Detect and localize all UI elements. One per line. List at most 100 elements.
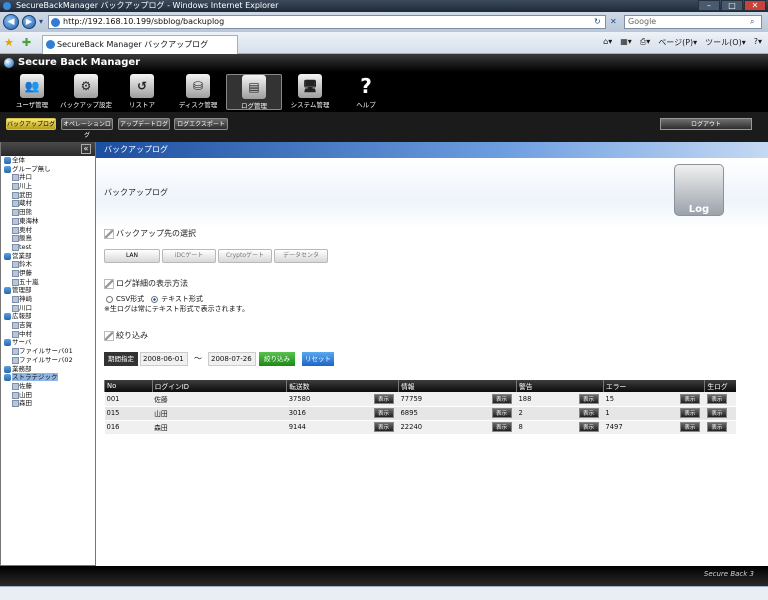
tree-user-item[interactable]: 伊藤 <box>1 269 95 278</box>
tree-user-item[interactable]: 中村 <box>1 330 95 339</box>
tree-user-item[interactable]: 神崎 <box>1 295 95 304</box>
tree-group-item[interactable]: グループ無し <box>1 165 95 174</box>
tree-user-item[interactable]: ファイルサーバ02 <box>1 356 95 365</box>
show-transfer-button[interactable]: 表示 <box>373 408 394 418</box>
subnav-operation-log[interactable]: オペレーションログ <box>61 118 113 139</box>
tree-user-item[interactable]: 鈴木 <box>1 260 95 269</box>
show-error-button[interactable]: 表示 <box>679 422 700 432</box>
tree-user-item[interactable]: 山田 <box>1 391 95 400</box>
tree-user-item[interactable]: 森田 <box>1 399 95 408</box>
logout-button[interactable]: ログアウト <box>660 118 752 130</box>
show-cell: 表示 <box>576 392 604 407</box>
address-input[interactable]: http://192.168.10.199/sbblog/backuplog <box>48 15 606 29</box>
tree-user-item[interactable]: 川上 <box>1 182 95 191</box>
browser-tab[interactable]: SecureBack Manager バックアップログ <box>42 35 238 54</box>
show-raw-log-button[interactable]: 表示 <box>706 393 727 404</box>
show-info-button[interactable]: 表示 <box>491 393 512 404</box>
date-from-input[interactable]: 2008-06-01 <box>140 352 188 366</box>
tree-user-item[interactable]: 東海林 <box>1 217 95 226</box>
table-header-row: No ログインID 転送数 情報 警告 エラー 生ログ <box>104 380 736 392</box>
tool-backup-settings[interactable]: ⚙ バックアップ設定 <box>58 74 114 110</box>
show-transfer-button[interactable]: 表示 <box>373 422 394 432</box>
maximize-button[interactable]: □ <box>721 0 743 11</box>
tree-group-item[interactable]: 営業部 <box>1 252 95 261</box>
tree-group-item[interactable]: 全体 <box>1 156 95 165</box>
add-favorites-icon[interactable]: ✚ <box>22 36 31 49</box>
user-icon <box>12 330 19 338</box>
tool-restore[interactable]: ↺ リストア <box>114 74 170 110</box>
search-icon[interactable]: ⌕ <box>750 17 754 27</box>
dest-datacenter-button[interactable]: データセンタ <box>274 249 328 263</box>
date-to-input[interactable]: 2008-07-26 <box>208 352 256 366</box>
home-icon[interactable]: ⌂▾ <box>603 37 612 48</box>
history-dropdown-icon[interactable]: ▾ <box>39 17 43 26</box>
tool-log-management[interactable]: ▤ ログ管理 <box>226 74 282 110</box>
collapse-sidebar-button[interactable]: « <box>81 144 91 154</box>
show-cell: 表示 <box>576 406 604 421</box>
show-error-button[interactable]: 表示 <box>679 393 700 404</box>
show-raw-log-button[interactable]: 表示 <box>706 408 727 418</box>
footer-logo: Secure Back 3 <box>703 570 754 578</box>
subnav-backup-log[interactable]: バックアップログ <box>6 118 56 130</box>
favorites-star-icon[interactable]: ★ <box>4 36 14 49</box>
search-input[interactable]: Google <box>624 15 762 29</box>
print-icon[interactable]: ⎙▾ <box>640 37 650 48</box>
tree-user-item[interactable]: 吉賀 <box>1 321 95 330</box>
dest-idc-button[interactable]: iDCゲート <box>162 249 216 263</box>
tree-user-item[interactable]: ファイルサーバ01 <box>1 347 95 356</box>
show-raw-log-button[interactable]: 表示 <box>706 422 727 432</box>
subnav-update-log[interactable]: アップデートログ <box>118 118 170 130</box>
tree-item-label: 全体 <box>12 156 25 164</box>
user-icon <box>12 243 19 251</box>
tree-group-item[interactable]: サーバ <box>1 338 95 347</box>
filter-button[interactable]: 絞り込み <box>259 352 295 366</box>
tree-item-label: 田熊 <box>19 208 32 217</box>
dest-crypto-button[interactable]: Cryptoゲート <box>218 249 272 263</box>
tree-user-item[interactable]: 佐藤 <box>1 382 95 391</box>
tree-item-label: 山田 <box>19 390 32 399</box>
tree-group-item[interactable]: 管理部 <box>1 286 95 295</box>
tree-group-item[interactable]: 業務部 <box>1 365 95 374</box>
forward-button[interactable]: ▶ <box>22 15 36 29</box>
subnav-log-export[interactable]: ログエクスポート <box>174 118 228 130</box>
tools-menu[interactable]: ツール(O)▾ <box>705 37 746 48</box>
back-button[interactable]: ◀ <box>3 14 19 30</box>
main-toolbar: 👥 ユーザ管理 ⚙ バックアップ設定 ↺ リストア ⛁ ディスク管理 ▤ ログ管… <box>0 72 768 112</box>
close-button[interactable]: ✕ <box>744 0 766 11</box>
text-radio[interactable] <box>151 295 159 303</box>
feeds-icon[interactable]: ▦▾ <box>620 37 632 48</box>
tool-help[interactable]: ? ヘルプ <box>338 74 394 110</box>
tree-user-item[interactable]: 五十嵐 <box>1 278 95 287</box>
help-icon[interactable]: ?▾ <box>754 37 762 48</box>
tree-user-item[interactable]: 奥村 <box>1 226 95 235</box>
tree-group-item[interactable]: 広報部 <box>1 312 95 321</box>
tree-user-item[interactable]: 飯島 <box>1 234 95 243</box>
show-warn-button[interactable]: 表示 <box>578 408 599 418</box>
tree-user-item[interactable]: test <box>1 243 95 252</box>
page-menu[interactable]: ページ(P)▾ <box>658 37 697 48</box>
tool-user-management[interactable]: 👥 ユーザ管理 <box>4 74 60 110</box>
tool-label: リストア <box>129 101 155 109</box>
cell-transfer: 9144 <box>286 420 372 435</box>
tree-user-item[interactable]: 武田 <box>1 191 95 200</box>
tree-group-item[interactable]: ストラテジック <box>1 373 95 382</box>
tree-user-item[interactable]: 蔵村 <box>1 199 95 208</box>
show-error-button[interactable]: 表示 <box>679 408 700 418</box>
minimize-button[interactable]: – <box>698 0 720 11</box>
tool-disk-management[interactable]: ⛁ ディスク管理 <box>170 74 226 110</box>
tree-item-label: 飯島 <box>19 234 32 243</box>
show-warn-button[interactable]: 表示 <box>578 422 599 432</box>
refresh-icon[interactable]: ↻ <box>594 17 601 26</box>
tree-user-item[interactable]: 田熊 <box>1 208 95 217</box>
show-transfer-button[interactable]: 表示 <box>373 393 394 404</box>
reset-button[interactable]: リセット <box>302 352 334 366</box>
show-info-button[interactable]: 表示 <box>491 422 512 432</box>
csv-radio[interactable] <box>106 295 113 303</box>
tool-system-management[interactable]: 🖥 システム管理 <box>282 74 338 110</box>
ie-app-icon <box>3 2 11 10</box>
show-info-button[interactable]: 表示 <box>491 408 512 418</box>
dest-lan-button[interactable]: LAN <box>104 249 160 263</box>
show-warn-button[interactable]: 表示 <box>578 393 599 404</box>
tree-user-item[interactable]: 井口 <box>1 173 95 182</box>
stop-icon[interactable]: ✕ <box>610 17 617 26</box>
